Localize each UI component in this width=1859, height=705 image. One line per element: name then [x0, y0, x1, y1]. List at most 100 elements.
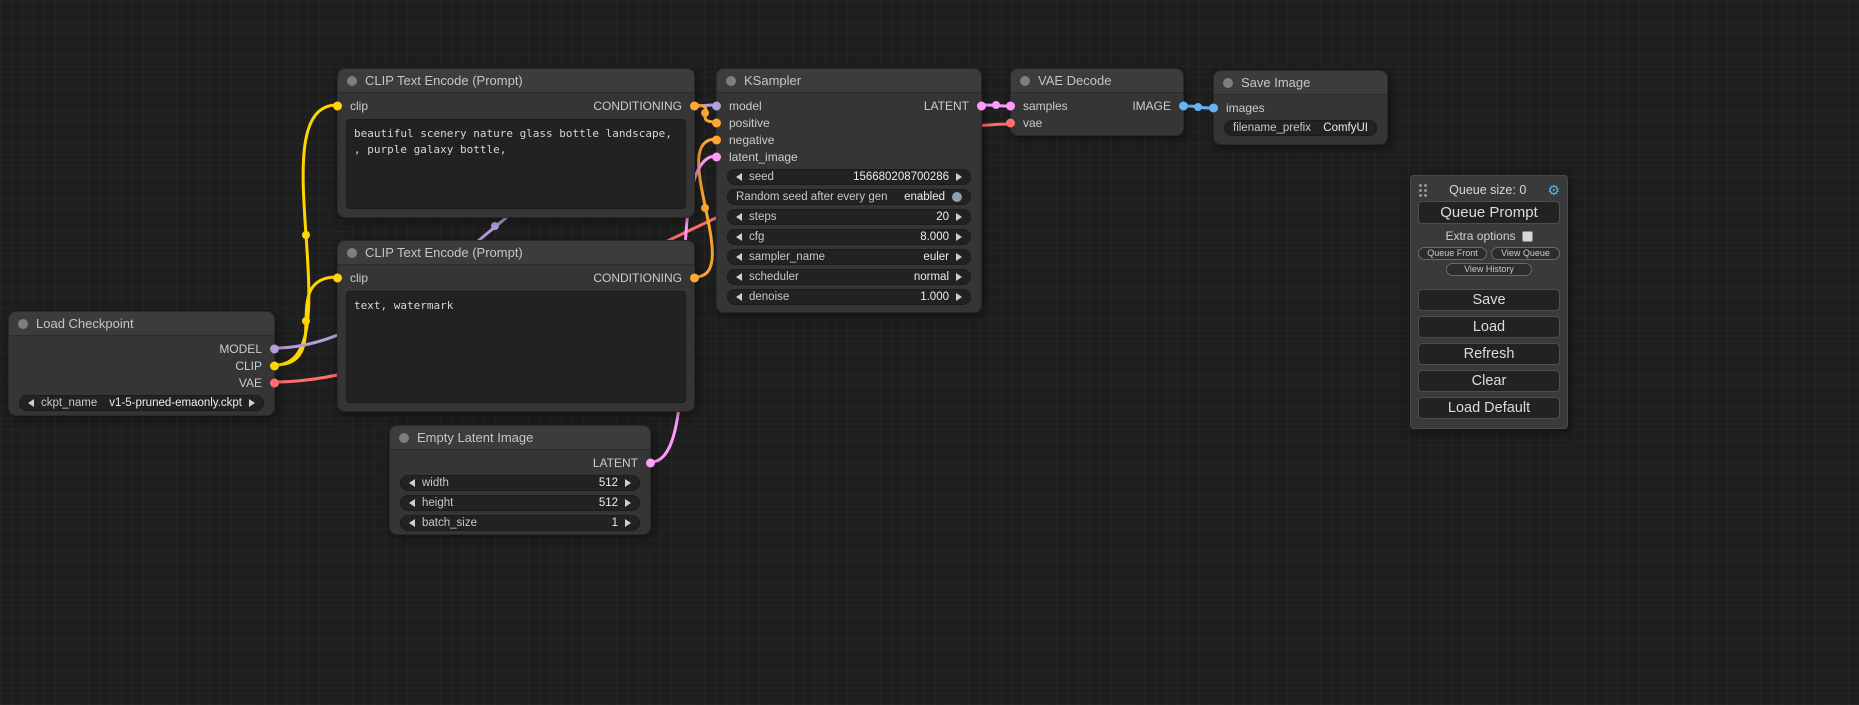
- link-midpoint-dot: [1194, 103, 1202, 111]
- extra-options-checkbox[interactable]: [1522, 231, 1533, 242]
- next-value-arrow-icon[interactable]: [956, 253, 962, 261]
- slot-row-positive: positive: [717, 114, 981, 131]
- prev-value-arrow-icon[interactable]: [736, 253, 742, 261]
- refresh-button[interactable]: Refresh: [1418, 343, 1560, 365]
- model-input-dot[interactable]: [712, 101, 721, 110]
- next-value-arrow-icon[interactable]: [956, 273, 962, 281]
- decrement-arrow-icon[interactable]: [736, 293, 742, 301]
- model-output-dot[interactable]: [270, 344, 279, 353]
- negative-input-dot[interactable]: [712, 135, 721, 144]
- conditioning-output-dot[interactable]: [690, 101, 699, 110]
- vae-input-dot[interactable]: [1006, 118, 1015, 127]
- node-clip-text-encode-positive[interactable]: CLIP Text Encode (Prompt) clip CONDITION…: [337, 68, 695, 218]
- widget-value: v1-5-pruned-emaonly.ckpt: [109, 397, 242, 409]
- increment-arrow-icon[interactable]: [956, 173, 962, 181]
- latent-output-dot[interactable]: [977, 101, 986, 110]
- collapse-dot-icon[interactable]: [18, 319, 28, 329]
- collapse-dot-icon[interactable]: [1223, 78, 1233, 88]
- widget-filename-prefix[interactable]: filename_prefix ComfyUI: [1224, 120, 1377, 136]
- increment-arrow-icon[interactable]: [625, 479, 631, 487]
- clear-button[interactable]: Clear: [1418, 370, 1560, 392]
- save-button[interactable]: Save: [1418, 289, 1560, 311]
- increment-arrow-icon[interactable]: [956, 213, 962, 221]
- node-graph-canvas[interactable]: Load Checkpoint MODEL CLIP VAE ckpt_name…: [0, 0, 1859, 705]
- node-title-bar[interactable]: Load Checkpoint: [9, 312, 274, 336]
- load-button[interactable]: Load: [1418, 316, 1560, 338]
- node-title-bar[interactable]: CLIP Text Encode (Prompt): [338, 241, 694, 265]
- conditioning-output-dot[interactable]: [690, 273, 699, 282]
- increment-arrow-icon[interactable]: [625, 519, 631, 527]
- widget-batch-size[interactable]: batch_size 1: [400, 515, 640, 531]
- collapse-dot-icon[interactable]: [726, 76, 736, 86]
- clip-input-dot[interactable]: [333, 273, 342, 282]
- images-input-dot[interactable]: [1209, 103, 1218, 112]
- widget-value: normal: [914, 271, 949, 283]
- decrement-arrow-icon[interactable]: [409, 479, 415, 487]
- widget-value: 1.000: [920, 291, 949, 303]
- settings-gear-icon[interactable]: ⚙: [1547, 182, 1560, 199]
- drag-handle-icon[interactable]: [1418, 183, 1428, 197]
- widget-width[interactable]: width 512: [400, 475, 640, 491]
- node-load-checkpoint[interactable]: Load Checkpoint MODEL CLIP VAE ckpt_name…: [8, 311, 275, 416]
- node-title-bar[interactable]: Save Image: [1214, 71, 1387, 95]
- decrement-arrow-icon[interactable]: [736, 173, 742, 181]
- prev-value-arrow-icon[interactable]: [28, 399, 34, 407]
- decrement-arrow-icon[interactable]: [736, 233, 742, 241]
- link-midpoint-dot: [701, 109, 709, 117]
- widget-scheduler[interactable]: scheduler normal: [727, 269, 971, 285]
- node-title-bar[interactable]: VAE Decode: [1011, 69, 1183, 93]
- decrement-arrow-icon[interactable]: [409, 519, 415, 527]
- node-clip-text-encode-negative[interactable]: CLIP Text Encode (Prompt) clip CONDITION…: [337, 240, 695, 412]
- positive-input-dot[interactable]: [712, 118, 721, 127]
- collapse-dot-icon[interactable]: [347, 248, 357, 258]
- toggle-dot-icon[interactable]: [952, 192, 962, 202]
- node-vae-decode[interactable]: VAE Decode samples IMAGE vae: [1010, 68, 1184, 136]
- view-queue-button[interactable]: View Queue: [1491, 247, 1560, 260]
- widget-steps[interactable]: steps 20: [727, 209, 971, 225]
- latent-image-input-dot[interactable]: [712, 152, 721, 161]
- link-midpoint-dot: [491, 222, 499, 230]
- positive-prompt-textarea[interactable]: beautiful scenery nature glass bottle la…: [346, 119, 686, 209]
- view-history-button[interactable]: View History: [1446, 263, 1532, 276]
- next-value-arrow-icon[interactable]: [249, 399, 255, 407]
- decrement-arrow-icon[interactable]: [736, 213, 742, 221]
- queue-front-button[interactable]: Queue Front: [1418, 247, 1487, 260]
- widget-name: batch_size: [422, 517, 477, 529]
- node-save-image[interactable]: Save Image images filename_prefix ComfyU…: [1213, 70, 1388, 145]
- node-title-bar[interactable]: CLIP Text Encode (Prompt): [338, 69, 694, 93]
- queue-prompt-button[interactable]: Queue Prompt: [1418, 201, 1560, 224]
- widget-sampler-name[interactable]: sampler_name euler: [727, 249, 971, 265]
- collapse-dot-icon[interactable]: [1020, 76, 1030, 86]
- clip-output-dot[interactable]: [270, 361, 279, 370]
- samples-input-dot[interactable]: [1006, 101, 1015, 110]
- node-ksampler[interactable]: KSampler model LATENT positive negative …: [716, 68, 982, 313]
- image-output-dot[interactable]: [1179, 101, 1188, 110]
- collapse-dot-icon[interactable]: [399, 433, 409, 443]
- widget-denoise[interactable]: denoise 1.000: [727, 289, 971, 305]
- widget-value: 8.000: [920, 231, 949, 243]
- widget-random-seed-toggle[interactable]: Random seed after every gen enabled: [727, 189, 971, 205]
- vae-output-dot[interactable]: [270, 378, 279, 387]
- collapse-dot-icon[interactable]: [347, 76, 357, 86]
- widget-ckpt-name[interactable]: ckpt_name v1-5-pruned-emaonly.ckpt: [19, 395, 264, 411]
- widget-height[interactable]: height 512: [400, 495, 640, 511]
- increment-arrow-icon[interactable]: [625, 499, 631, 507]
- load-default-button[interactable]: Load Default: [1418, 397, 1560, 419]
- widget-seed[interactable]: seed 156680208700286: [727, 169, 971, 185]
- increment-arrow-icon[interactable]: [956, 233, 962, 241]
- node-empty-latent-image[interactable]: Empty Latent Image LATENT width 512 heig…: [389, 425, 651, 535]
- decrement-arrow-icon[interactable]: [409, 499, 415, 507]
- prev-value-arrow-icon[interactable]: [736, 273, 742, 281]
- slot-row-images: images: [1214, 99, 1387, 116]
- slot-row-clip-conditioning: clip CONDITIONING: [338, 269, 694, 286]
- negative-prompt-textarea[interactable]: text, watermark: [346, 291, 686, 403]
- latent-output-dot[interactable]: [646, 458, 655, 467]
- widget-cfg[interactable]: cfg 8.000: [727, 229, 971, 245]
- node-title-bar[interactable]: KSampler: [717, 69, 981, 93]
- slot-row-negative: negative: [717, 131, 981, 148]
- clip-input-dot[interactable]: [333, 101, 342, 110]
- increment-arrow-icon[interactable]: [956, 293, 962, 301]
- widget-name: denoise: [749, 291, 789, 303]
- input-label-latent-image: latent_image: [729, 150, 798, 164]
- node-title-bar[interactable]: Empty Latent Image: [390, 426, 650, 450]
